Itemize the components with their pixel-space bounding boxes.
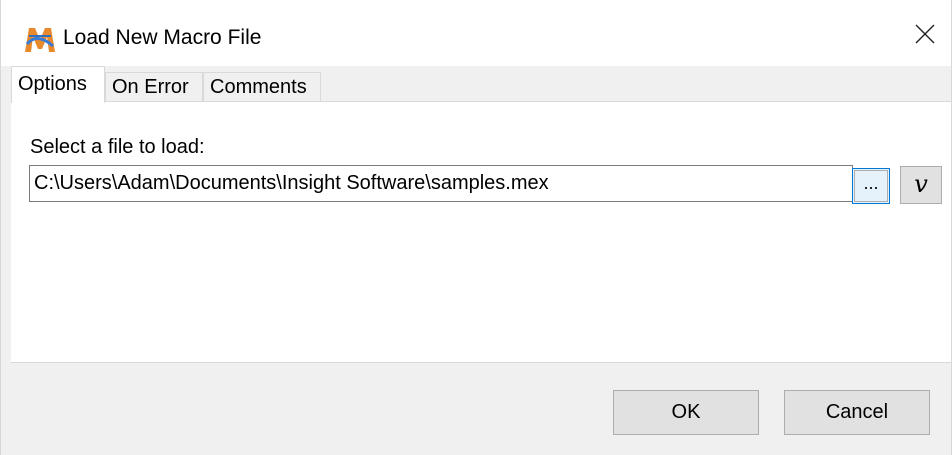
- options-panel: Select a file to load: ... v: [11, 101, 951, 363]
- variable-button[interactable]: v: [900, 166, 942, 204]
- browse-button[interactable]: ...: [852, 168, 890, 204]
- close-button[interactable]: [899, 14, 951, 58]
- macro-app-icon: [23, 24, 57, 54]
- tab-options[interactable]: Options: [11, 66, 105, 103]
- tab-comments[interactable]: Comments: [203, 72, 321, 102]
- tab-on-error[interactable]: On Error: [105, 72, 203, 102]
- title-bar: Load New Macro File: [1, 0, 951, 66]
- dialog-window: Load New Macro File Options On Error Com…: [0, 0, 952, 455]
- file-path-input[interactable]: [29, 165, 853, 202]
- close-icon: [915, 24, 935, 49]
- window-title: Load New Macro File: [63, 26, 262, 49]
- ok-button[interactable]: OK: [613, 390, 759, 435]
- cancel-button[interactable]: Cancel: [784, 390, 930, 435]
- select-file-label: Select a file to load:: [30, 136, 205, 158]
